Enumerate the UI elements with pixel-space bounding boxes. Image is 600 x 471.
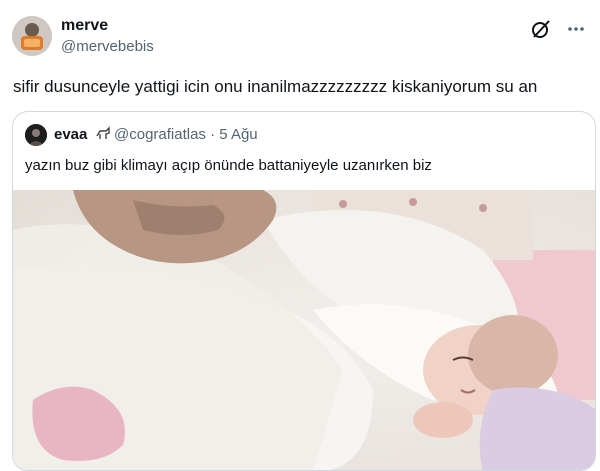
author-avatar[interactable] bbox=[12, 16, 52, 56]
tweet-text: sifir dusunceyle yattigi icin onu inanil… bbox=[13, 77, 538, 96]
quoted-text: yazın buz gibi klimayı açıp önünde batta… bbox=[25, 157, 432, 174]
grok-icon[interactable] bbox=[530, 18, 552, 40]
author-display-name[interactable]: merve bbox=[61, 17, 108, 35]
quoted-handle[interactable]: @cografiatlas bbox=[114, 126, 206, 143]
photo-of-newborn-under-blanket bbox=[13, 190, 595, 470]
author-handle[interactable]: @mervebebis bbox=[61, 38, 154, 55]
quoted-tweet[interactable]: evaa @cografiatlas · 5 Ağu yazın buz gib… bbox=[12, 111, 596, 471]
tweet: merve @mervebebis sifir dusunceyle yatti… bbox=[0, 0, 600, 471]
quoted-date[interactable]: 5 Ağu bbox=[219, 126, 257, 143]
quoted-author-name[interactable]: evaa bbox=[54, 126, 87, 143]
header-icons bbox=[530, 18, 586, 40]
quoted-handle-line[interactable]: @cografiatlas · 5 Ağu bbox=[114, 126, 258, 143]
quoted-author-avatar[interactable] bbox=[25, 124, 47, 146]
more-icon[interactable] bbox=[566, 19, 586, 39]
goat-emoji-icon bbox=[94, 124, 112, 142]
quoted-media[interactable] bbox=[13, 190, 595, 470]
separator-dot: · bbox=[210, 126, 216, 143]
